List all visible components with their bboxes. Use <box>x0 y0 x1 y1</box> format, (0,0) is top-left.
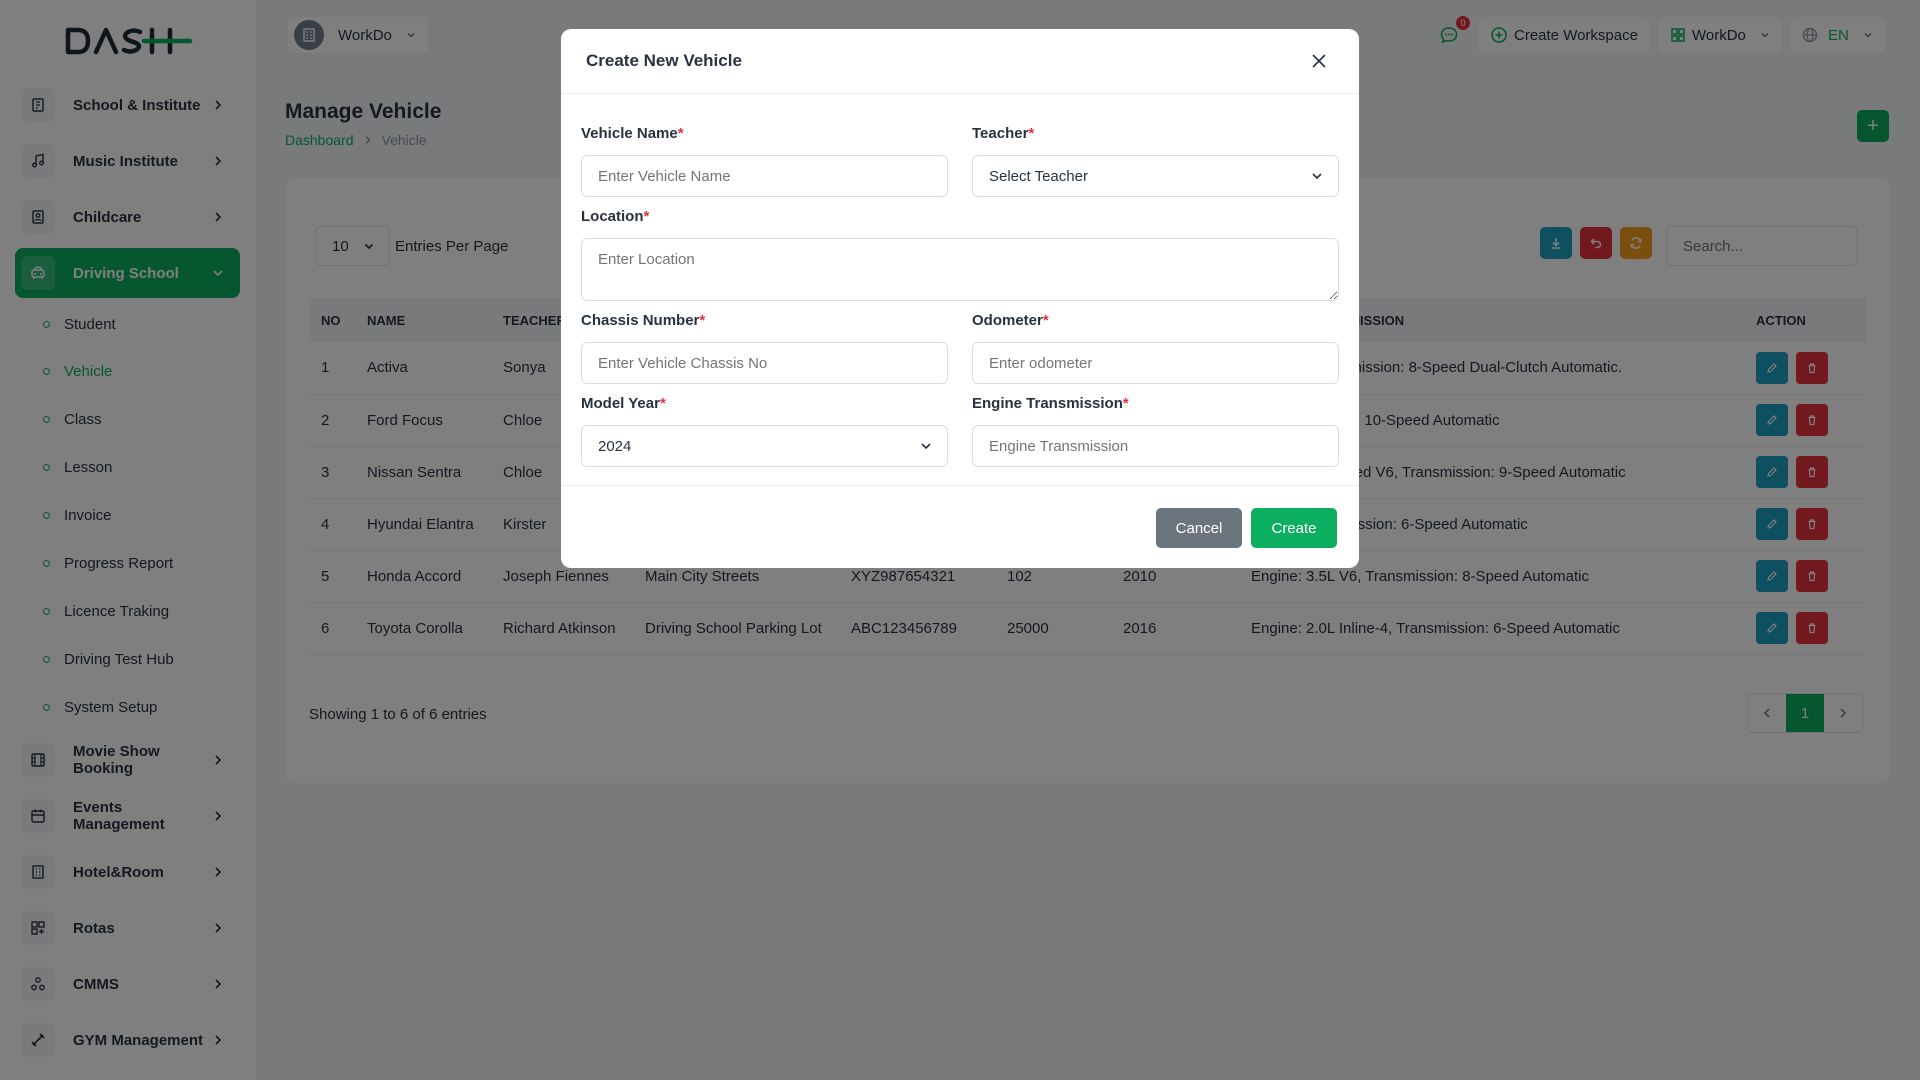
location-textarea[interactable] <box>581 238 1339 301</box>
vehicle-name-input[interactable] <box>581 155 948 197</box>
engine-transmission-label: Engine Transmission* <box>972 395 1129 412</box>
model-year-value: 2024 <box>598 437 632 455</box>
teacher-select[interactable]: Select Teacher <box>972 155 1339 197</box>
modal-header: Create New Vehicle <box>561 29 1359 94</box>
close-icon <box>1312 54 1326 68</box>
odometer-label: Odometer* <box>972 312 1049 329</box>
chevron-down-icon <box>1312 173 1322 180</box>
chassis-number-input[interactable] <box>581 342 948 384</box>
cancel-button[interactable]: Cancel <box>1156 508 1242 548</box>
chassis-number-label: Chassis Number* <box>581 312 706 329</box>
close-button[interactable] <box>1304 46 1334 76</box>
model-year-label: Model Year* <box>581 395 666 412</box>
model-year-select[interactable]: 2024 <box>581 425 948 467</box>
location-label: Location* <box>581 208 650 225</box>
vehicle-name-label: Vehicle Name* <box>581 125 684 142</box>
odometer-input[interactable] <box>972 342 1339 384</box>
engine-transmission-input[interactable] <box>972 425 1339 467</box>
teacher-select-value: Select Teacher <box>989 167 1088 185</box>
modal-title: Create New Vehicle <box>586 51 742 70</box>
create-button[interactable]: Create <box>1251 508 1337 548</box>
chevron-down-icon <box>921 443 931 450</box>
create-vehicle-modal: Create New Vehicle Vehicle Name* Teacher… <box>561 29 1359 568</box>
teacher-label: Teacher* <box>972 125 1035 142</box>
modal-footer: Cancel Create <box>561 485 1359 568</box>
